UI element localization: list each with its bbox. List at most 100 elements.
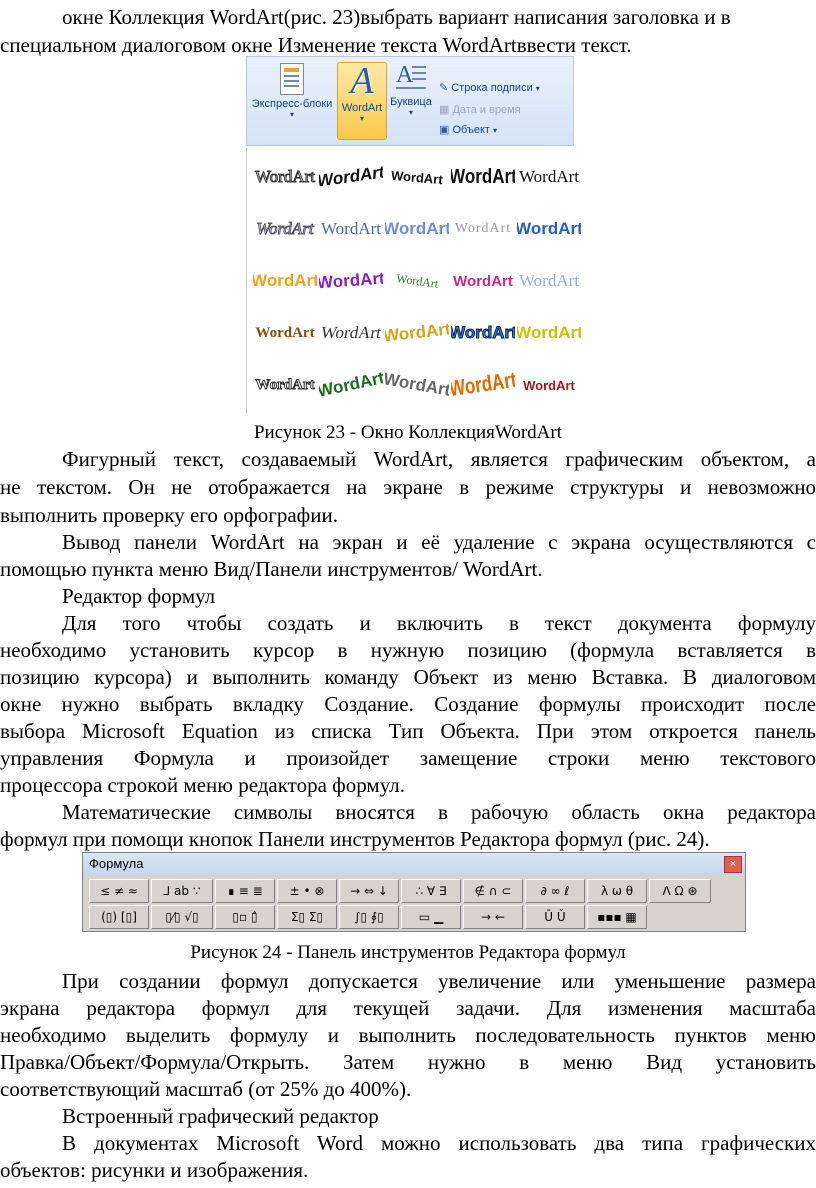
figure-caption: Рисунок 24 - Панель инструментов Редакто…: [190, 942, 626, 963]
signature-line-button[interactable]: ✎ Строка подписи ▾: [439, 81, 540, 94]
equation-palette-button[interactable]: ∉ ∩ ⊂: [463, 879, 523, 903]
wordart-style-option[interactable]: WordArt: [253, 310, 317, 356]
wordart-sample-text: WordArt: [451, 367, 515, 402]
wordart-sample-text: WordArt: [385, 219, 449, 238]
wordart-sample-text: WordArt: [319, 323, 383, 342]
text-line: окне нужно выбрать вкладку Создание. Соз…: [0, 692, 816, 716]
text-line: При создании формул допускается увеличен…: [62, 969, 816, 993]
wordart-style-option[interactable]: WordArt: [451, 154, 515, 200]
wordart-style-option[interactable]: WordArt: [517, 206, 581, 252]
text-line: необходимо выделить формулу и выполнить …: [0, 1023, 816, 1047]
wordart-style-option[interactable]: WordArt: [253, 258, 317, 304]
chevron-down-icon: ▾: [493, 126, 498, 135]
text-line: Математические символы вносятся в рабочу…: [62, 800, 816, 824]
signature-label: Строка подписи: [451, 82, 533, 94]
text-line: позицию курсора) и выполнить команду Объ…: [0, 665, 816, 689]
wordart-style-option[interactable]: WordArt: [253, 154, 317, 200]
object-button[interactable]: ▣ Объект ▾: [439, 123, 497, 136]
wordart-style-option[interactable]: WordArt: [451, 310, 515, 356]
express-blocks-button[interactable]: Экспресс-блоки ▾: [249, 63, 335, 119]
text-line: Фигурный текст, создаваемый WordArt, явл…: [62, 447, 816, 471]
text-line: Правка/Объект/Формула/Открыть. Затем нуж…: [0, 1050, 816, 1074]
equation-palette-button[interactable]: ▭ ▁: [401, 905, 461, 929]
close-icon[interactable]: ×: [724, 856, 742, 873]
wordart-style-option[interactable]: WordArt: [517, 258, 581, 304]
equation-palette-button[interactable]: (▯) [▯]: [89, 905, 149, 929]
equation-palette-button[interactable]: ▯▫ ▯̂: [215, 905, 275, 929]
equation-palette-button[interactable]: ▪▪▪ ▦: [587, 905, 647, 929]
wordart-sample-text: WordArt: [255, 376, 315, 393]
wordart-style-option[interactable]: WordArt: [517, 154, 581, 200]
equation-palette-button[interactable]: Σ▯ Σ▯: [277, 905, 337, 929]
drop-cap-button[interactable]: A Буквица ▾: [387, 63, 435, 117]
equation-palette-button[interactable]: ≤ ≠ ≈: [89, 879, 149, 903]
wordart-style-option[interactable]: WordArt: [385, 206, 449, 252]
text-line: Для того чтобы создать и включить в текс…: [62, 611, 816, 635]
text-line: экрана редактора формул для текущей зада…: [0, 996, 816, 1020]
wordart-sample-text: WordArt: [523, 377, 575, 393]
wordart-style-option[interactable]: WordArt: [253, 362, 317, 408]
wordart-sample-text: WordArt: [518, 271, 579, 290]
equation-palette-button[interactable]: → ⇔ ↓: [339, 879, 399, 903]
wordart-sample-text: WordArt: [320, 219, 381, 238]
wordart-style-gallery: WordArt WordArt WordArt WordArt WordArt WordA…: [246, 148, 581, 414]
toolbar-symbol-row: ≤ ≠ ≈ ⅃ ab ∵ ∎ ≡ ≣ ± • ⊗ → ⇔ ↓ ∴ ∀ ∃ ∉ ∩ ⊂ ∂ ∞ …: [89, 879, 739, 903]
text-line: помощью пункта меню Вид/Панели инструмен…: [0, 557, 543, 581]
equation-palette-button[interactable]: ▯⁄▯ √▯: [151, 905, 213, 929]
text-line: формул при помощи кнопок Панели инструме…: [0, 827, 710, 851]
wordart-style-option[interactable]: WordArt: [319, 206, 383, 252]
wordart-style-option[interactable]: WordArt: [517, 310, 581, 356]
wordart-sample-text: WordArt: [451, 165, 515, 188]
wordart-label: WordArt: [341, 102, 383, 114]
wordart-style-option[interactable]: WordArt: [253, 206, 317, 252]
wordart-style-option[interactable]: WordArt: [385, 362, 449, 408]
text-line: выбора Microsoft Equation из списка Тип …: [0, 719, 816, 743]
equation-palette-button[interactable]: λ ω θ: [587, 879, 647, 903]
equation-palette-button[interactable]: ∴ ∀ ∃: [401, 879, 461, 903]
wordart-style-option[interactable]: WordArt: [319, 362, 383, 408]
text-line: В документах Microsoft Word можно исполь…: [62, 1131, 816, 1155]
wordart-sample-text: WordArt: [319, 368, 383, 401]
wordart-style-option[interactable]: WordArt: [451, 258, 515, 304]
express-blocks-icon: [280, 63, 304, 95]
equation-palette-button[interactable]: ∎ ≡ ≣: [215, 879, 275, 903]
text-line: специальном диалоговом окне Изменение те…: [0, 33, 632, 57]
text-line: выполнить проверку его орфографии.: [0, 503, 338, 527]
figure-caption: Рисунок 23 - Окно КоллекцияWordArt: [253, 422, 562, 443]
equation-palette-button[interactable]: ± • ⊗: [277, 879, 337, 903]
calendar-icon: ▦: [439, 104, 450, 116]
wordart-sample-text: WordArt: [395, 270, 440, 291]
wordart-style-option[interactable]: WordArt: [451, 206, 515, 252]
equation-palette-button[interactable]: ∫▯ ∮▯: [339, 905, 399, 929]
wordart-style-option[interactable]: WordArt: [385, 310, 449, 356]
wordart-sample-text: WordArt: [390, 167, 444, 187]
wordart-sample-text: WordArt: [451, 323, 515, 343]
wordart-style-option[interactable]: WordArt: [319, 258, 383, 304]
wordart-style-option[interactable]: WordArt: [451, 362, 515, 408]
wordart-sample-text: WordArt: [253, 271, 317, 290]
wordart-sample-text: WordArt: [319, 268, 383, 293]
date-time-button[interactable]: ▦ Дата и время: [439, 103, 521, 116]
date-time-label: Дата и время: [452, 104, 521, 116]
wordart-style-option[interactable]: WordArt: [319, 154, 383, 200]
wordart-sample-text: WordArt: [385, 369, 449, 400]
wordart-style-option[interactable]: WordArt: [385, 154, 449, 200]
text-line: объектов: рисунки и изображения.: [0, 1158, 309, 1182]
wordart-button[interactable]: A WordArt ▾: [337, 62, 387, 140]
wordart-gallery-figure: Экспресс-блоки ▾ A WordArt ▾ A Буквица ▾…: [246, 56, 581, 414]
wordart-style-option[interactable]: WordArt: [385, 258, 449, 304]
equation-palette-button[interactable]: Ū Ǔ: [525, 905, 585, 929]
toolbar-title: Формула: [89, 856, 144, 871]
wordart-style-option[interactable]: WordArt: [517, 362, 581, 408]
wordart-sample-text: WordArt: [319, 162, 383, 191]
express-blocks-label: Экспресс-блоки: [251, 98, 333, 110]
equation-palette-button[interactable]: → ←: [463, 905, 523, 929]
text-line: процессора строкой меню редактора формул…: [0, 773, 406, 797]
ribbon-insert-group: Экспресс-блоки ▾ A WordArt ▾ A Буквица ▾…: [246, 56, 574, 146]
wordart-style-option[interactable]: WordArt: [319, 310, 383, 356]
equation-palette-button[interactable]: ⅃ ab ∵: [151, 879, 213, 903]
wordart-sample-text: WordArt: [517, 323, 581, 342]
equation-palette-button[interactable]: ∂ ∞ ℓ: [525, 879, 585, 903]
signature-icon: ✎: [439, 82, 449, 94]
equation-palette-button[interactable]: Λ Ω ⊛: [649, 879, 711, 903]
